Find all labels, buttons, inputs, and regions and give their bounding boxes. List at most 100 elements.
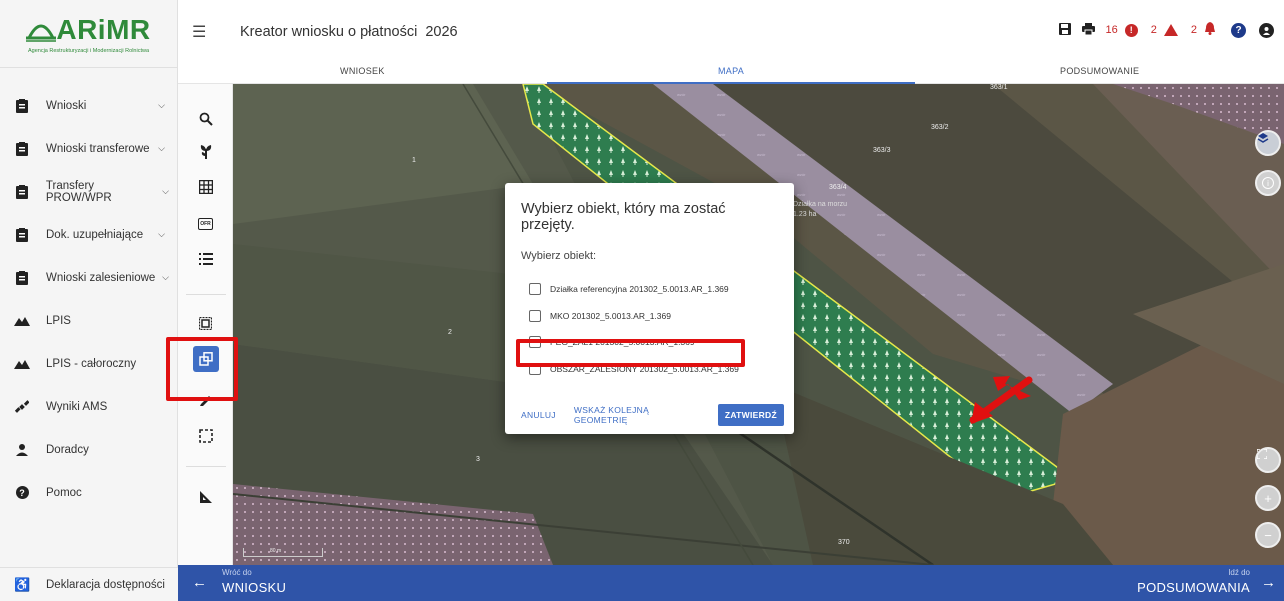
measure-icon[interactable] bbox=[178, 482, 233, 512]
parcel-label: 2 bbox=[448, 329, 452, 336]
option-mko[interactable]: MKO 201302_5.0013.AR_1.369 bbox=[521, 303, 778, 330]
map-info-label: Działka na morzu 1.23 ha bbox=[793, 200, 847, 220]
option-obszar-zalesiony[interactable]: OBSZAR_ZALESIONY 201302_5.0013.AR_1.369 bbox=[521, 356, 778, 383]
info-button[interactable]: i bbox=[1255, 170, 1281, 196]
arrow-left-icon[interactable]: ← bbox=[192, 574, 207, 591]
tab-mapa[interactable]: MAPA bbox=[546, 58, 916, 84]
back-main-label: WNIOSKU bbox=[222, 580, 287, 595]
sidebar-item-label: Wnioski zalesieniowe bbox=[46, 271, 156, 284]
sidebar-item-wnioski-zalesieniowe[interactable]: Wnioski zalesieniowe ⌵ bbox=[0, 256, 177, 299]
minus-icon: − bbox=[1264, 527, 1272, 543]
option-label: OBSZAR_ZALESIONY 201302_5.0013.AR_1.369 bbox=[550, 363, 739, 374]
back-small-label: Wróć do bbox=[222, 568, 252, 577]
layers-button[interactable] bbox=[1255, 130, 1281, 156]
tab-wniosek[interactable]: WNIOSEK bbox=[178, 58, 547, 83]
sidebar-item-lpis-caloroczny[interactable]: LPIS - całoroczny bbox=[0, 342, 177, 385]
parcel-label: 363/1 bbox=[990, 84, 1008, 91]
sidebar-item-doradcy[interactable]: Doradcy bbox=[0, 428, 177, 471]
document-icon bbox=[14, 98, 30, 114]
cancel-button[interactable]: ANULUJ bbox=[521, 410, 556, 420]
tab-bar: WNIOSEK MAPA PODSUMOWANIE bbox=[178, 58, 1284, 84]
next-geometry-button[interactable]: WSKAŻ KOLEJNĄ GEOMETRIĘ bbox=[574, 405, 700, 425]
sidebar-item-label: Transfery PROW/WPR bbox=[45, 179, 112, 204]
document-icon bbox=[14, 227, 30, 243]
option-label: Działka referencyjna 201302_5.0013.AR_1.… bbox=[550, 284, 729, 295]
option-dzialka-referencyjna[interactable]: Działka referencyjna 201302_5.0013.AR_1.… bbox=[521, 276, 778, 303]
parcel-label: 1 bbox=[412, 157, 416, 164]
error-count: 16 bbox=[1105, 24, 1118, 36]
help-icon[interactable]: ? bbox=[1231, 22, 1246, 38]
checkbox[interactable] bbox=[529, 283, 541, 296]
split-icon[interactable] bbox=[178, 308, 233, 338]
menu-icon[interactable]: ☰ bbox=[192, 22, 206, 42]
save-icon[interactable] bbox=[1058, 22, 1071, 38]
sidebar-item-label: LPIS bbox=[46, 314, 71, 327]
zoom-out-button[interactable]: − bbox=[1255, 522, 1281, 548]
sidebar: ARiMR Agencja Restrukturyzacji i Moderni… bbox=[0, 0, 178, 601]
sidebar-item-lpis[interactable]: LPIS bbox=[0, 299, 177, 342]
sidebar-item-transfery[interactable]: Transfery PROW/WPR ⌵ bbox=[0, 170, 177, 213]
sidebar-item-wnioski[interactable]: Wnioski ⌵ bbox=[0, 84, 177, 127]
parcel-label: 363/4 bbox=[829, 184, 847, 191]
chevron-down-icon: ⌵ bbox=[158, 229, 165, 239]
map-toolbar: OFR bbox=[178, 84, 233, 565]
sidebar-item-label: Wnioski bbox=[46, 99, 87, 112]
account-icon[interactable] bbox=[1259, 22, 1274, 38]
logo-subtitle: Agencja Restrukturyzacji i Modernizacji … bbox=[27, 47, 150, 54]
print-icon[interactable] bbox=[1081, 22, 1095, 38]
list-icon[interactable] bbox=[178, 244, 233, 274]
error-icon[interactable]: ! bbox=[1124, 23, 1138, 37]
tab-podsumowanie[interactable]: PODSUMOWANIE bbox=[915, 58, 1284, 83]
checkbox[interactable] bbox=[529, 336, 541, 349]
parcel-label: 370 bbox=[838, 539, 850, 546]
sidebar-item-dok-uzupelniajace[interactable]: Dok. uzupełniające ⌵ bbox=[0, 213, 177, 256]
logo[interactable]: ARiMR Agencja Restrukturyzacji i Moderni… bbox=[0, 0, 177, 68]
option-label: PEG_ZAL1 201302_5.0013.AR_1.369 bbox=[550, 337, 695, 348]
sidebar-item-label: Pomoc bbox=[46, 486, 82, 499]
ofr-icon[interactable]: OFR bbox=[178, 209, 233, 239]
warning-count: 2 bbox=[1150, 24, 1157, 36]
grid-icon[interactable] bbox=[178, 172, 233, 202]
chevron-down-icon: ⌵ bbox=[158, 100, 165, 110]
select-area-icon[interactable] bbox=[178, 421, 233, 451]
sidebar-item-pomoc[interactable]: ? Pomoc bbox=[0, 471, 177, 514]
fullscreen-icon bbox=[1257, 449, 1267, 459]
bell-icon[interactable] bbox=[1204, 22, 1216, 38]
layers-icon bbox=[1257, 133, 1269, 143]
zoom-in-button[interactable]: + bbox=[1255, 485, 1281, 511]
pencil-icon[interactable] bbox=[178, 384, 233, 414]
parcel-label: 363/2 bbox=[931, 124, 949, 131]
alert-count: 2 bbox=[1190, 24, 1197, 36]
confirm-button[interactable]: ZATWIERDŹ bbox=[717, 404, 784, 426]
sidebar-item-wnioski-transferowe[interactable]: Wnioski transferowe ⌵ bbox=[0, 127, 177, 170]
map-info-text: Działka na morzu bbox=[793, 201, 848, 208]
sidebar-item-wyniki-ams[interactable]: Wyniki AMS bbox=[0, 385, 177, 428]
search-icon[interactable] bbox=[178, 104, 233, 134]
sidebar-item-label: Wyniki AMS bbox=[46, 400, 108, 413]
tab-label: PODSUMOWANIE bbox=[1060, 65, 1140, 76]
select-object-dialog: Wybierz obiekt, który ma zostać przejęty… bbox=[505, 183, 794, 434]
header: ☰ Kreator wniosku o płatności 2026 16 ! … bbox=[178, 0, 1284, 58]
warning-icon[interactable] bbox=[1163, 24, 1178, 36]
copy-geometry-icon bbox=[192, 346, 219, 372]
fullscreen-button[interactable] bbox=[1255, 447, 1281, 473]
takeover-geometry-button[interactable] bbox=[178, 344, 233, 374]
logo-arch-icon bbox=[26, 24, 57, 42]
option-label: MKO 201302_5.0013.AR_1.369 bbox=[550, 310, 671, 321]
toolbar-divider bbox=[186, 294, 226, 295]
plus-icon: + bbox=[1264, 490, 1272, 506]
option-peg-zal1[interactable]: PEG_ZAL1 201302_5.0013.AR_1.369 bbox=[521, 329, 778, 356]
info-icon: i bbox=[1262, 177, 1274, 189]
dialog-subtitle: Wybierz obiekt: bbox=[521, 250, 597, 262]
chevron-down-icon: ⌵ bbox=[162, 186, 169, 196]
arrow-right-icon[interactable]: → bbox=[1261, 574, 1276, 591]
sidebar-item-deklaracja[interactable]: ♿ Deklaracja dostępności bbox=[0, 567, 178, 601]
person-icon bbox=[14, 442, 30, 458]
checkbox[interactable] bbox=[529, 309, 541, 322]
checkbox[interactable] bbox=[529, 362, 541, 375]
accessibility-icon: ♿ bbox=[14, 576, 31, 592]
document-icon bbox=[14, 270, 30, 286]
tab-label: MAPA bbox=[717, 65, 745, 76]
plant-icon[interactable] bbox=[178, 136, 233, 166]
page-title-year: 2026 bbox=[425, 24, 458, 40]
